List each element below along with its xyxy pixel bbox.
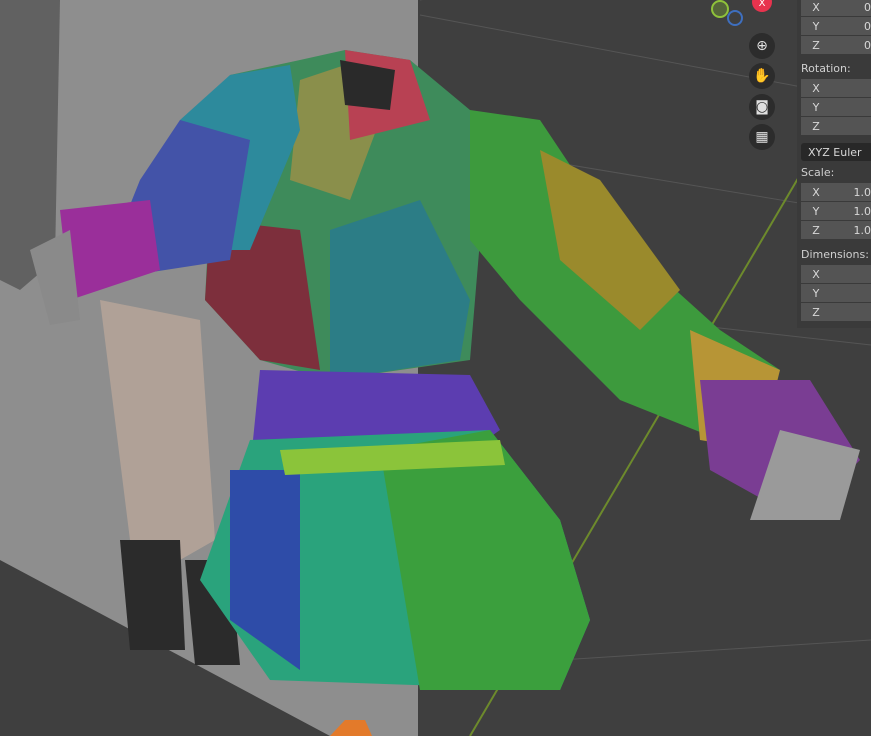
dimensions-y-field[interactable]: Y xyxy=(801,284,871,303)
rotation-mode-select[interactable]: XYZ Euler xyxy=(801,143,871,161)
location-y-field[interactable]: Y0 xyxy=(801,17,871,36)
axis-label: X xyxy=(812,267,820,281)
axis-label: Y xyxy=(812,204,820,218)
pan-hand-icon: ✋ xyxy=(753,68,771,84)
axis-label: Z xyxy=(812,38,820,52)
camera-icon: ◙ xyxy=(755,99,769,115)
axis-z-dot[interactable] xyxy=(727,10,743,26)
perspective-toggle-button[interactable]: ▦ xyxy=(749,124,775,150)
field-value: 0 xyxy=(864,0,871,14)
axis-label: Z xyxy=(812,305,820,319)
location-z-field[interactable]: Z0 xyxy=(801,36,871,55)
transform-panel: X0 Y0 Z0 Rotation: X Y Z XYZ Euler Scale… xyxy=(797,0,871,328)
scale-label: Scale: xyxy=(801,166,835,179)
pan-button[interactable]: ✋ xyxy=(749,63,775,89)
axis-x-label: X xyxy=(758,0,766,9)
3d-viewport[interactable]: X ⊕ ✋ ◙ ▦ xyxy=(0,0,871,736)
axis-label: X xyxy=(812,81,820,95)
field-value: 1.0 xyxy=(853,185,871,199)
dimensions-label: Dimensions: xyxy=(801,248,869,261)
axis-label: Y xyxy=(812,286,820,300)
axis-label: Y xyxy=(812,19,820,33)
viewport-scene xyxy=(0,0,871,736)
zoom-icon: ⊕ xyxy=(756,38,768,54)
dimensions-x-field[interactable]: X xyxy=(801,265,871,284)
axis-label: X xyxy=(812,0,820,14)
field-value: 0 xyxy=(864,38,871,52)
rotation-label: Rotation: xyxy=(801,62,851,75)
zoom-button[interactable]: ⊕ xyxy=(749,33,775,59)
axis-label: Z xyxy=(812,223,820,237)
field-value: 1.0 xyxy=(853,223,871,237)
rotation-y-field[interactable]: Y xyxy=(801,98,871,117)
axis-label: Y xyxy=(812,100,820,114)
rotation-z-field[interactable]: Z xyxy=(801,117,871,136)
scale-z-field[interactable]: Z 1.0 xyxy=(801,221,871,240)
grid-perspective-icon: ▦ xyxy=(755,129,769,145)
scale-y-field[interactable]: Y 1.0 xyxy=(801,202,871,221)
field-value: 1.0 xyxy=(853,204,871,218)
axis-label: X xyxy=(812,185,820,199)
rotation-x-field[interactable]: X xyxy=(801,79,871,98)
axis-label: Z xyxy=(812,119,820,133)
scale-x-field[interactable]: X 1.0 xyxy=(801,183,871,202)
field-value: 0 xyxy=(864,19,871,33)
camera-view-button[interactable]: ◙ xyxy=(749,94,775,120)
rotation-mode-value: XYZ Euler xyxy=(808,145,862,159)
location-x-field[interactable]: X0 xyxy=(801,0,871,17)
dimensions-z-field[interactable]: Z xyxy=(801,303,871,322)
